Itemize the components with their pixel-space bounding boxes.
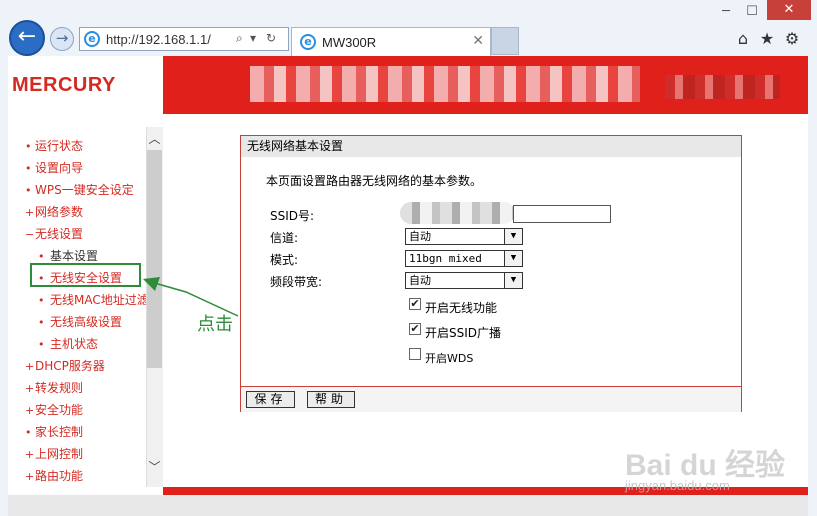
mercury-logo: MERCURY bbox=[12, 74, 116, 96]
sidebar-item-network[interactable]: +网络参数 bbox=[25, 203, 83, 220]
enable-wds-checkbox[interactable] bbox=[409, 348, 421, 360]
sidebar-item-parental[interactable]: • 家长控制 bbox=[25, 423, 83, 440]
sidebar-item-wps[interactable]: • WPS一键安全设定 bbox=[25, 181, 134, 198]
sidebar-item-mac-filter[interactable]: • 无线MAC地址过滤 bbox=[38, 291, 149, 308]
refresh-icon[interactable]: ↻ bbox=[266, 31, 276, 45]
back-arrow-icon: ← bbox=[17, 24, 37, 49]
scroll-down-icon[interactable]: ﹀ bbox=[146, 458, 163, 474]
sidebar-item-security[interactable]: +安全功能 bbox=[25, 401, 83, 418]
back-button[interactable]: ← bbox=[9, 20, 45, 56]
sidebar-item-dhcp[interactable]: +DHCP服务器 bbox=[25, 357, 105, 374]
mode-select[interactable]: 11bgn mixed ▼ bbox=[405, 250, 523, 267]
sidebar-item-wireless-advanced[interactable]: • 无线高级设置 bbox=[38, 313, 122, 330]
tab-title: MW300R bbox=[322, 35, 377, 50]
channel-label: 信道: bbox=[270, 231, 299, 245]
enable-wds-label: 开启WDS bbox=[425, 352, 474, 365]
enable-wireless-label: 开启无线功能 bbox=[425, 301, 498, 315]
address-bar[interactable]: e http://192.168.1.1/ ⌕ ▾ ↻ bbox=[79, 27, 289, 51]
checkmark-icon: ✔ bbox=[410, 322, 420, 335]
chevron-down-icon: ▼ bbox=[504, 251, 522, 266]
scroll-up-icon[interactable]: ︿ bbox=[146, 130, 163, 146]
help-button[interactable]: 帮助 bbox=[307, 391, 355, 408]
sidebar-item-status[interactable]: • 运行状态 bbox=[25, 137, 83, 154]
sidebar-item-basic-settings[interactable]: • 基本设置 bbox=[38, 247, 98, 264]
favorites-icon[interactable]: ★ bbox=[757, 29, 777, 49]
search-icon[interactable]: ⌕ bbox=[236, 31, 243, 46]
sidebar-item-access-control[interactable]: +上网控制 bbox=[25, 445, 83, 462]
scrollbar-thumb[interactable] bbox=[147, 150, 162, 368]
maximize-button[interactable]: ☐ bbox=[740, 3, 764, 20]
frame-left bbox=[0, 56, 8, 516]
checkmark-icon: ✔ bbox=[410, 297, 420, 310]
address-url[interactable]: http://192.168.1.1/ bbox=[106, 32, 211, 47]
enable-ssid-broadcast-label: 开启SSID广播 bbox=[425, 326, 502, 340]
new-tab-button[interactable] bbox=[491, 27, 519, 55]
header-separator bbox=[8, 114, 808, 122]
mode-label: 模式: bbox=[270, 253, 299, 267]
page-bottom bbox=[8, 495, 808, 516]
blurred-banner-text bbox=[665, 75, 780, 99]
close-icon: ✕ bbox=[783, 2, 795, 17]
sidebar-item-wizard[interactable]: • 设置向导 bbox=[25, 159, 83, 176]
frame-right bbox=[808, 56, 817, 516]
save-button[interactable]: 保存 bbox=[246, 391, 295, 408]
window-close-button[interactable]: ✕ bbox=[767, 0, 811, 20]
settings-gear-icon[interactable]: ⚙ bbox=[782, 29, 802, 49]
sidebar-item-forwarding[interactable]: +转发规则 bbox=[25, 379, 83, 396]
sidebar-item-routing[interactable]: +路由功能 bbox=[25, 467, 83, 484]
ie-logo-icon: e bbox=[84, 31, 100, 47]
watermark-url: jingyan.baidu.com bbox=[625, 478, 730, 493]
forward-button[interactable]: → bbox=[50, 27, 74, 51]
ssid-label: SSID号: bbox=[270, 209, 315, 223]
forward-arrow-icon: → bbox=[55, 29, 69, 47]
sidebar-item-host-status[interactable]: • 主机状态 bbox=[38, 335, 98, 352]
blurred-model-banner bbox=[250, 66, 640, 102]
bandwidth-select[interactable]: 自动 ▼ bbox=[405, 272, 523, 289]
enable-wireless-checkbox[interactable]: ✔ bbox=[409, 298, 421, 310]
ssid-input[interactable] bbox=[513, 205, 611, 223]
dropdown-icon[interactable]: ▾ bbox=[250, 31, 256, 45]
bandwidth-label: 频段带宽: bbox=[270, 275, 323, 289]
maximize-icon: ☐ bbox=[746, 4, 758, 19]
panel-description: 本页面设置路由器无线网络的基本参数。 bbox=[266, 174, 483, 188]
chevron-down-icon: ▼ bbox=[504, 229, 522, 244]
highlight-box bbox=[30, 263, 141, 287]
enable-ssid-broadcast-checkbox[interactable]: ✔ bbox=[409, 323, 421, 335]
sidebar-item-wireless[interactable]: −无线设置 bbox=[25, 225, 83, 242]
minimize-icon: ─ bbox=[722, 4, 730, 19]
channel-select[interactable]: 自动 ▼ bbox=[405, 228, 523, 245]
blurred-ssid bbox=[400, 202, 515, 224]
home-icon[interactable]: ⌂ bbox=[733, 29, 753, 49]
chevron-down-icon: ▼ bbox=[504, 273, 522, 288]
tab-mw300r[interactable]: e MW300R ✕ bbox=[291, 27, 491, 56]
click-annotation: 点击 bbox=[197, 314, 233, 335]
tab-close-icon[interactable]: ✕ bbox=[472, 33, 484, 49]
minimize-button[interactable]: ─ bbox=[714, 3, 738, 20]
ie-logo-icon: e bbox=[300, 34, 316, 50]
panel-title: 无线网络基本设置 bbox=[241, 136, 741, 157]
